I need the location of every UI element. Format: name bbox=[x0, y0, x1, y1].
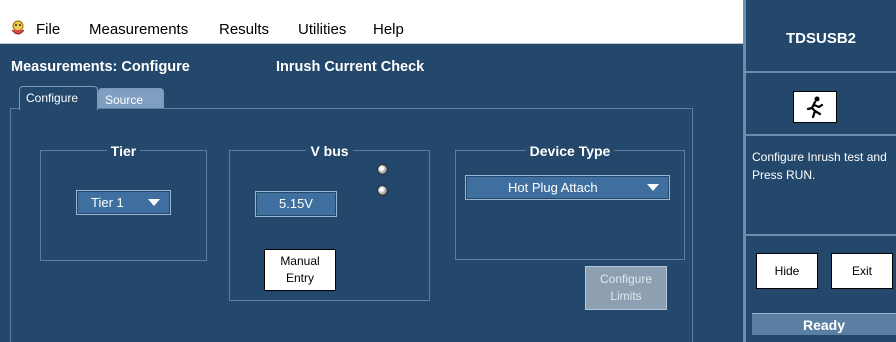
configure-limits-line2: Limits bbox=[610, 289, 642, 303]
device-type-label: Device Type bbox=[456, 143, 684, 159]
menu-measurements[interactable]: Measurements bbox=[89, 21, 188, 38]
vbus-value-field[interactable]: 5.15V bbox=[255, 191, 337, 217]
chevron-down-icon bbox=[148, 199, 160, 206]
tab-configure[interactable]: Configure bbox=[19, 86, 98, 110]
manual-entry-line1: Manual bbox=[280, 254, 320, 268]
running-man-icon bbox=[806, 96, 824, 118]
side-panel: TDSUSB2 Configure Inrush test and Press … bbox=[743, 0, 896, 342]
app-logo-icon bbox=[11, 20, 25, 35]
device-type-group: Device Type bbox=[455, 143, 685, 260]
side-divider bbox=[746, 71, 896, 73]
app-title: TDSUSB2 bbox=[785, 30, 856, 47]
status-bar: Ready bbox=[752, 313, 896, 335]
configure-limits-button[interactable]: Configure Limits bbox=[585, 266, 667, 310]
run-button[interactable] bbox=[793, 91, 837, 123]
device-type-value: Hot Plug Attach bbox=[508, 180, 598, 195]
status-message: Configure Inrush test and Press RUN. bbox=[752, 150, 887, 182]
menu-help[interactable]: Help bbox=[373, 21, 404, 38]
tier-value: Tier 1 bbox=[91, 195, 124, 210]
side-divider bbox=[746, 134, 896, 136]
manual-entry-button[interactable]: Manual Entry bbox=[264, 249, 336, 291]
chevron-down-icon bbox=[647, 184, 659, 191]
menu-file[interactable]: File bbox=[36, 21, 60, 38]
tier-label: Tier bbox=[41, 143, 206, 159]
exit-button[interactable]: Exit bbox=[831, 253, 893, 289]
configure-limits-line1: Configure bbox=[599, 272, 653, 286]
panel-title: Measurements: Configure bbox=[11, 59, 190, 75]
vbus-radio-manual[interactable] bbox=[377, 164, 388, 175]
hide-button[interactable]: Hide bbox=[756, 253, 818, 289]
manual-entry-line2: Entry bbox=[285, 271, 314, 285]
tab-source[interactable]: Source bbox=[98, 88, 164, 108]
vbus-label: V bus bbox=[230, 143, 429, 159]
menubar: File Measurements Results Utilities Help bbox=[0, 0, 743, 44]
menu-results[interactable]: Results bbox=[219, 21, 269, 38]
side-divider bbox=[746, 234, 896, 236]
menu-utilities[interactable]: Utilities bbox=[298, 21, 346, 38]
panel-subtitle: Inrush Current Check bbox=[276, 59, 425, 75]
vbus-radio-value[interactable] bbox=[377, 185, 388, 196]
device-type-dropdown[interactable]: Hot Plug Attach bbox=[465, 175, 670, 200]
tier-dropdown[interactable]: Tier 1 bbox=[76, 190, 171, 215]
